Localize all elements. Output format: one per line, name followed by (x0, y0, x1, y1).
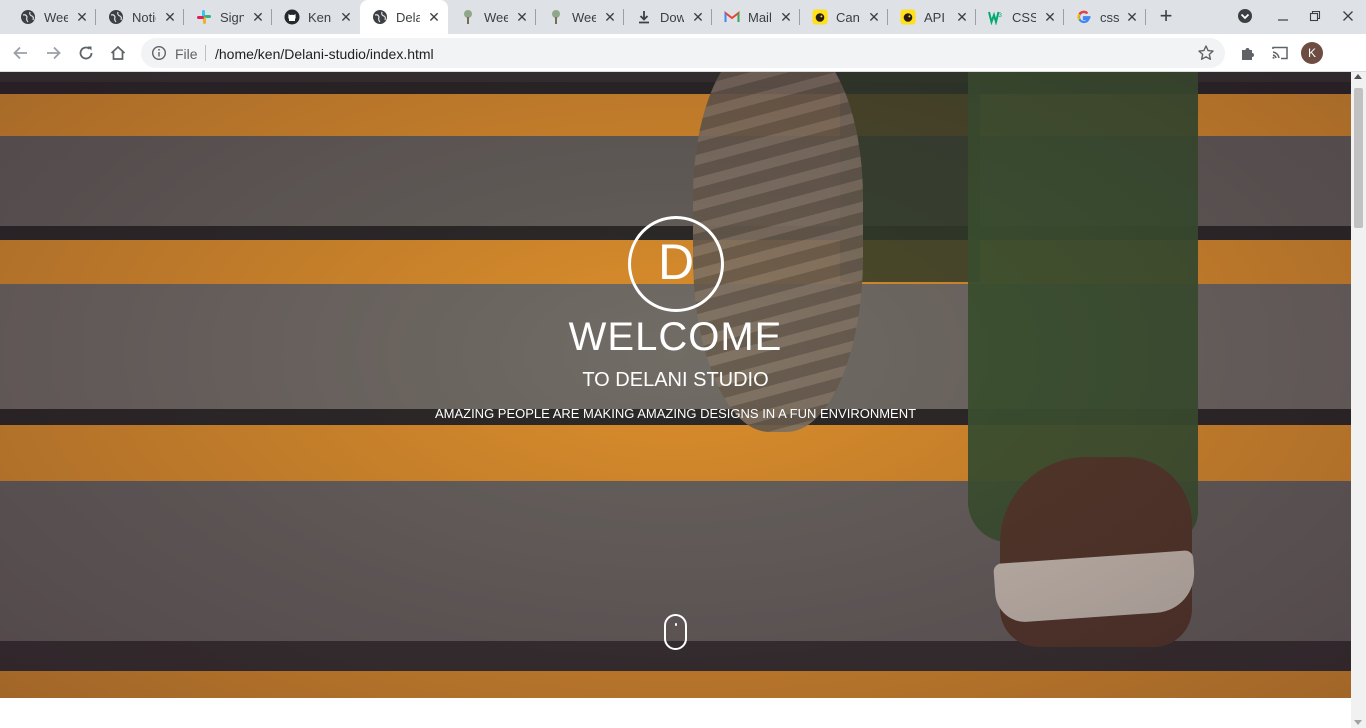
browser-tab[interactable]: Wee ✕ (448, 0, 536, 34)
tab-title: Notion (132, 9, 156, 25)
minimize-icon[interactable] (1273, 7, 1293, 27)
gmail-icon (724, 9, 740, 25)
tab-separator (1145, 9, 1146, 25)
browser-tab[interactable]: Wee ✕ (536, 0, 624, 34)
scroll-down-arrow-icon[interactable] (1354, 720, 1362, 725)
restore-icon[interactable] (1305, 7, 1325, 27)
close-window-icon[interactable] (1338, 7, 1358, 27)
scheme-divider (205, 45, 206, 61)
close-tab-icon[interactable]: ✕ (338, 9, 354, 25)
page-scrollbar[interactable] (1351, 72, 1366, 728)
close-tab-icon[interactable]: ✕ (426, 9, 442, 25)
close-tab-icon[interactable]: ✕ (954, 9, 970, 25)
hero-subheading: TO DELANI STUDIO (582, 369, 769, 391)
mailchimp-icon (812, 9, 828, 25)
close-tab-icon[interactable]: ✕ (778, 9, 794, 25)
tree-icon (548, 9, 564, 25)
tab-title: Sign (220, 9, 244, 25)
browser-toolbar: File /home/ken/Delani-studio/index.html … (0, 34, 1366, 72)
github-icon (284, 9, 300, 25)
hero-heading: WELCOME (568, 315, 783, 359)
globe-icon (372, 9, 388, 25)
close-tab-icon[interactable]: ✕ (690, 9, 706, 25)
forward-icon[interactable] (41, 41, 65, 65)
close-tab-icon[interactable]: ✕ (866, 9, 882, 25)
browser-tab[interactable]: 3 CSS ✕ (976, 0, 1064, 34)
extensions-puzzle-icon[interactable] (1238, 43, 1258, 63)
browser-tab[interactable]: Dow ✕ (624, 0, 712, 34)
browser-tab[interactable]: Ken ✕ (272, 0, 360, 34)
logo-letter: D (657, 234, 695, 290)
svg-text:3: 3 (999, 13, 1003, 19)
scroll-down-mouse-icon[interactable] (664, 614, 687, 650)
close-tab-icon[interactable]: ✕ (514, 9, 530, 25)
close-tab-icon[interactable]: ✕ (250, 9, 266, 25)
browser-tab[interactable]: Can ✕ (800, 0, 888, 34)
close-tab-icon[interactable]: ✕ (162, 9, 178, 25)
tab-title: Mail (748, 9, 772, 25)
page-viewport: D WELCOME TO DELANI STUDIO AMAZING PEOPL… (0, 72, 1351, 728)
home-icon[interactable] (106, 41, 130, 65)
close-tab-icon[interactable]: ✕ (602, 9, 618, 25)
mouse-wheel (675, 623, 677, 626)
back-icon[interactable] (9, 41, 33, 65)
hero-section: D WELCOME TO DELANI STUDIO AMAZING PEOPL… (0, 72, 1351, 698)
tab-title: css (1100, 9, 1120, 25)
tab-title: Week (44, 9, 68, 25)
browser-tab[interactable]: Notion ✕ (96, 0, 184, 34)
w3schools-icon: 3 (988, 9, 1004, 25)
tab-title: CSS (1012, 9, 1036, 25)
close-tab-icon[interactable]: ✕ (1124, 9, 1140, 25)
download-icon (636, 9, 652, 25)
globe-icon (108, 9, 124, 25)
tab-search-icon[interactable] (1235, 7, 1255, 27)
browser-tab[interactable]: Sign ✕ (184, 0, 272, 34)
tab-title: Wee (484, 9, 508, 25)
globe-icon (20, 9, 36, 25)
close-tab-icon[interactable]: ✕ (74, 9, 90, 25)
site-info-icon[interactable] (151, 45, 167, 61)
close-tab-icon[interactable]: ✕ (1042, 9, 1058, 25)
scheme-label: File (175, 46, 198, 62)
tab-title: Ken (308, 9, 332, 25)
browser-tab[interactable]: API ✕ (888, 0, 976, 34)
tree-icon (460, 9, 476, 25)
tab-title: Dela (396, 9, 420, 25)
new-tab-button[interactable]: + (1155, 5, 1177, 28)
reload-icon[interactable] (74, 41, 98, 65)
tab-title: Dow (660, 9, 684, 25)
cast-icon[interactable] (1270, 43, 1290, 63)
scroll-up-arrow-icon[interactable] (1354, 74, 1362, 79)
slack-icon (196, 9, 212, 25)
profile-avatar[interactable]: K (1301, 42, 1323, 64)
browser-tab[interactable]: Dela ✕ (360, 0, 448, 34)
url-text[interactable]: /home/ken/Delani-studio/index.html (215, 46, 434, 62)
browser-tab[interactable]: Week ✕ (8, 0, 96, 34)
bookmark-star-icon[interactable] (1197, 44, 1215, 62)
tab-title: Can (836, 9, 860, 25)
mailchimp-icon (900, 9, 916, 25)
browser-tab[interactable]: css ✕ (1064, 0, 1146, 34)
tab-title: API (924, 9, 945, 25)
browser-tab[interactable]: Mail ✕ (712, 0, 800, 34)
tab-title: Wee (572, 9, 596, 25)
scrollbar-thumb[interactable] (1354, 88, 1363, 228)
address-bar[interactable]: File /home/ken/Delani-studio/index.html (141, 38, 1225, 68)
google-icon (1076, 9, 1092, 25)
hero-tagline: AMAZING PEOPLE ARE MAKING AMAZING DESIGN… (434, 406, 917, 421)
tab-strip: Week✕Notion✕Sign✕Ken✕Dela✕Wee✕Wee✕Dow✕Ma… (0, 0, 1366, 34)
